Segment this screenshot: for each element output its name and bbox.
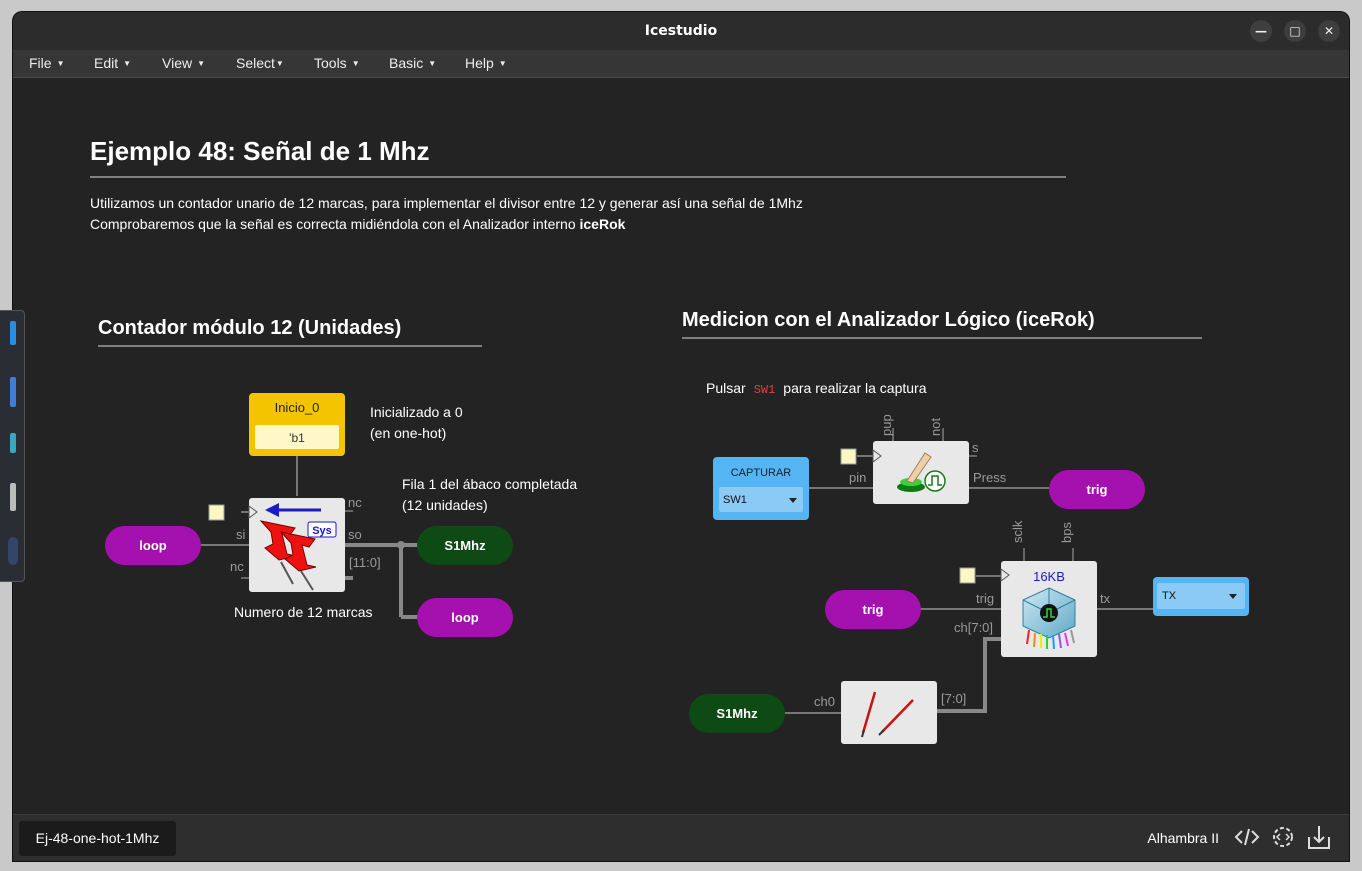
circuit-diagram[interactable]: Ejemplo 48: Señal de 1 Mhz Utilizamos un…: [13, 78, 1349, 814]
port-pup: pup: [879, 414, 894, 436]
side-dock: [0, 310, 25, 582]
port-pin: pin: [849, 470, 866, 485]
constant-value: 'b1: [289, 431, 305, 445]
trig-input-text: trig: [863, 602, 884, 617]
constant-name: Inicio_0: [275, 400, 320, 415]
port-bus-7-0: [7:0]: [941, 691, 966, 706]
loop-output-text: loop: [451, 610, 478, 625]
menu-view[interactable]: View ▼: [162, 55, 205, 71]
row-note-2: (12 unidades): [402, 497, 488, 513]
dock-item[interactable]: [8, 537, 18, 565]
capture-select-value: SW1: [723, 494, 747, 506]
counter-caption: Numero de 12 marcas: [234, 604, 373, 620]
probe-block[interactable]: [841, 681, 937, 744]
init-note-2: (en one-hot): [370, 425, 446, 441]
dock-item[interactable]: [10, 483, 16, 511]
port-ch: ch[7:0]: [954, 620, 993, 635]
minimize-button[interactable]: —: [1250, 20, 1272, 42]
app-window: Icestudio — □ ✕ File ▼ Edit ▼ View ▼ Select…: [13, 12, 1349, 861]
loop-input-text: loop: [139, 538, 166, 553]
port-press: Press: [973, 470, 1007, 485]
clock-marker-button[interactable]: [840, 448, 857, 465]
left-section-heading: Contador módulo 12 (Unidades): [98, 317, 401, 339]
menu-bar: File ▼ Edit ▼ View ▼ Select▼ Tools ▼ Basic ▼ …: [13, 50, 1349, 78]
design-canvas[interactable]: Ejemplo 48: Señal de 1 Mhz Utilizamos un…: [13, 78, 1349, 814]
description-line-2: Comprobaremos que la señal es correcta m…: [90, 216, 626, 232]
button-block[interactable]: [873, 441, 969, 504]
build-gear-icon[interactable]: [1269, 823, 1297, 851]
window-title: Icestudio: [644, 23, 718, 39]
junction-dot: [397, 541, 405, 549]
sys-badge-label: Sys: [312, 525, 332, 537]
port-trig: trig: [976, 591, 994, 606]
instruction-text: Pulsar SW1 para realizar la captura: [706, 380, 927, 397]
capture-input-label: CAPTURAR: [731, 467, 792, 479]
maximize-button[interactable]: □: [1284, 20, 1306, 42]
right-section-heading: Medicion con el Analizador Lógico (iceRo…: [682, 309, 1095, 331]
s1mhz-input-text: S1Mhz: [716, 706, 758, 721]
port-so: so: [348, 527, 362, 542]
s1mhz-output-text: S1Mhz: [444, 538, 486, 553]
menu-help[interactable]: Help ▼: [465, 55, 507, 71]
menu-edit[interactable]: Edit ▼: [94, 55, 131, 71]
upload-download-icon[interactable]: [1305, 823, 1333, 851]
port-not: not: [928, 418, 943, 436]
menu-select[interactable]: Select▼: [236, 55, 284, 71]
port-tx: tx: [1100, 591, 1111, 606]
dock-item[interactable]: [10, 433, 16, 453]
init-note-1: Inicializado a 0: [370, 404, 463, 420]
port-s: s: [972, 440, 979, 455]
port-nc-top: nc: [348, 495, 362, 510]
dock-item[interactable]: [10, 321, 16, 345]
title-bar: Icestudio — □ ✕: [13, 12, 1349, 50]
trig-output-text: trig: [1087, 482, 1108, 497]
port-ch0: ch0: [814, 694, 835, 709]
row-note-1: Fila 1 del ábaco completada: [402, 476, 577, 492]
description-line-1: Utilizamos un contador unario de 12 marc…: [90, 195, 803, 211]
close-button[interactable]: ✕: [1318, 20, 1340, 42]
menu-basic[interactable]: Basic ▼: [389, 55, 436, 71]
clock-marker-left[interactable]: [208, 504, 225, 521]
menu-file[interactable]: File ▼: [29, 55, 64, 71]
board-selector[interactable]: Alhambra II: [1147, 830, 1219, 846]
file-tab[interactable]: Ej-48-one-hot-1Mhz: [19, 821, 176, 856]
port-bus-11-0: [11:0]: [349, 555, 381, 570]
port-sclk: sclk: [1010, 520, 1025, 543]
menu-tools[interactable]: Tools ▼: [314, 55, 360, 71]
dock-item[interactable]: [10, 377, 16, 407]
clock-marker-rok[interactable]: [959, 567, 976, 584]
rok-size-label: 16KB: [1033, 569, 1065, 584]
port-bps: bps: [1059, 522, 1074, 543]
port-nc-bottom: nc: [230, 559, 244, 574]
status-bar: Ej-48-one-hot-1Mhz Alhambra II: [13, 814, 1349, 861]
port-si: si: [236, 527, 246, 542]
code-icon[interactable]: [1233, 823, 1261, 851]
tx-select-value: TX: [1162, 590, 1177, 602]
page-title: Ejemplo 48: Señal de 1 Mhz: [90, 136, 430, 166]
